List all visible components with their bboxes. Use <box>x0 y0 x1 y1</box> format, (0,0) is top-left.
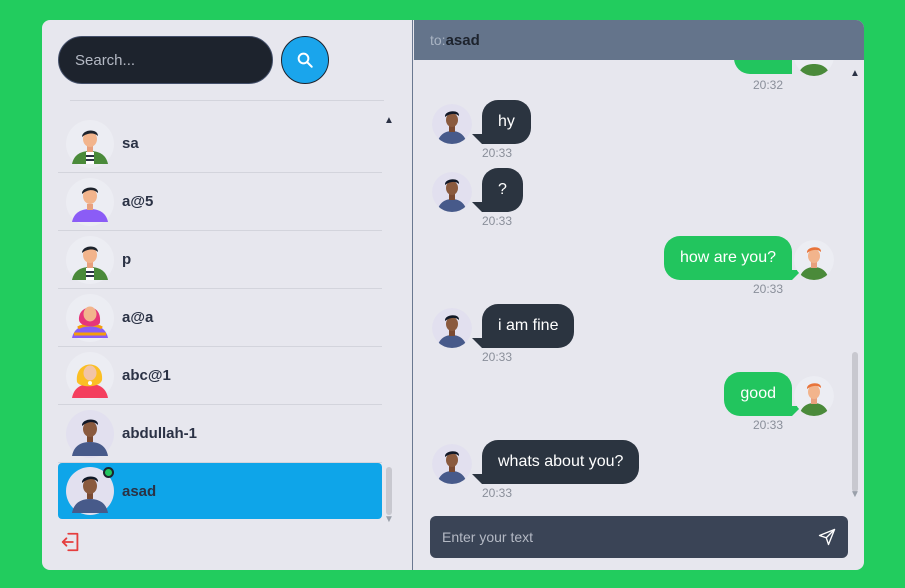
avatar <box>66 119 114 168</box>
contact-item-active[interactable]: asad <box>58 463 382 519</box>
search-button[interactable] <box>281 36 329 84</box>
chat-app: sa a@5 <box>42 20 864 570</box>
contact-list-scrollbar[interactable]: ▲ ▼ <box>384 115 394 525</box>
message-bubble-outgoing: good <box>724 372 792 416</box>
sidebar-divider <box>70 100 384 101</box>
scroll-up-icon[interactable]: ▲ <box>384 115 394 126</box>
avatar <box>66 177 114 226</box>
message-input[interactable] <box>430 516 810 558</box>
contact-item[interactable]: sa <box>58 115 382 173</box>
send-icon <box>818 528 836 546</box>
message-time: 20:33 <box>482 214 513 228</box>
bubble-tail <box>472 338 482 348</box>
contact-item[interactable]: abc@1 <box>58 347 382 405</box>
search-input[interactable] <box>59 37 272 83</box>
chat-panel: to: asad 20:32 hy 20:33 ? 20:33 how are … <box>414 20 864 570</box>
scrollbar-thumb[interactable] <box>386 467 392 515</box>
avatar <box>66 351 114 400</box>
message-bubble-incoming: whats about you? <box>482 440 640 484</box>
avatar <box>66 467 114 515</box>
bubble-tail <box>472 134 482 144</box>
message-time: 20:33 <box>482 486 513 500</box>
scroll-down-icon[interactable]: ▼ <box>850 489 860 500</box>
bubble-tail <box>472 474 482 484</box>
message-list: 20:32 hy 20:33 ? 20:33 how are you? 20:3… <box>414 60 864 500</box>
avatar <box>432 104 472 144</box>
avatar <box>432 172 472 212</box>
search-icon <box>297 52 313 68</box>
logout-button[interactable] <box>60 531 82 553</box>
avatar <box>66 235 114 284</box>
contact-item[interactable]: a@5 <box>58 173 382 231</box>
message-time: 20:33 <box>482 146 513 160</box>
avatar <box>66 409 114 458</box>
contact-list: sa a@5 p a@a abc@1 abdullah-1 asad <box>58 115 382 525</box>
message-bubble-outgoing <box>734 60 792 74</box>
message-bubble-incoming: i am fine <box>482 304 575 348</box>
search-field[interactable] <box>58 36 273 84</box>
contact-name: abdullah-1 <box>122 425 198 442</box>
contact-name: sa <box>122 135 139 152</box>
online-indicator <box>103 467 114 478</box>
message-bubble-incoming: hy <box>482 100 531 144</box>
contact-name: asad <box>122 482 157 500</box>
message-time: 20:32 <box>753 78 784 92</box>
contact-item[interactable]: p <box>58 231 382 289</box>
send-button[interactable] <box>818 528 836 546</box>
avatar <box>432 444 472 484</box>
avatar <box>794 376 834 416</box>
contact-name: a@5 <box>122 193 154 210</box>
sidebar: sa a@5 <box>42 20 413 570</box>
message-bubble-incoming: ? <box>482 168 523 212</box>
scrollbar-thumb[interactable] <box>852 352 858 492</box>
message-bubble-outgoing: how are you? <box>663 236 792 280</box>
contact-name: a@a <box>122 309 154 326</box>
to-label: to: <box>430 32 446 48</box>
avatar <box>794 240 834 280</box>
contact-name: p <box>122 251 132 268</box>
message-time: 20:33 <box>482 350 513 364</box>
message-time: 20:33 <box>753 282 784 296</box>
chat-header: to: asad <box>414 20 864 60</box>
recipient-name: asad <box>445 31 480 49</box>
avatar <box>432 308 472 348</box>
contact-name: abc@1 <box>122 367 171 384</box>
contact-item[interactable]: a@a <box>58 289 382 347</box>
contact-item[interactable]: abdullah-1 <box>58 405 382 463</box>
logout-icon <box>61 532 79 552</box>
bubble-tail <box>472 202 482 212</box>
message-time: 20:33 <box>753 418 784 432</box>
message-list-scrollbar[interactable]: ▲ ▼ <box>850 68 860 500</box>
message-composer <box>430 516 848 558</box>
avatar <box>794 60 834 76</box>
scroll-down-icon[interactable]: ▼ <box>384 514 394 525</box>
scroll-up-icon[interactable]: ▲ <box>850 68 860 79</box>
avatar <box>66 293 114 342</box>
